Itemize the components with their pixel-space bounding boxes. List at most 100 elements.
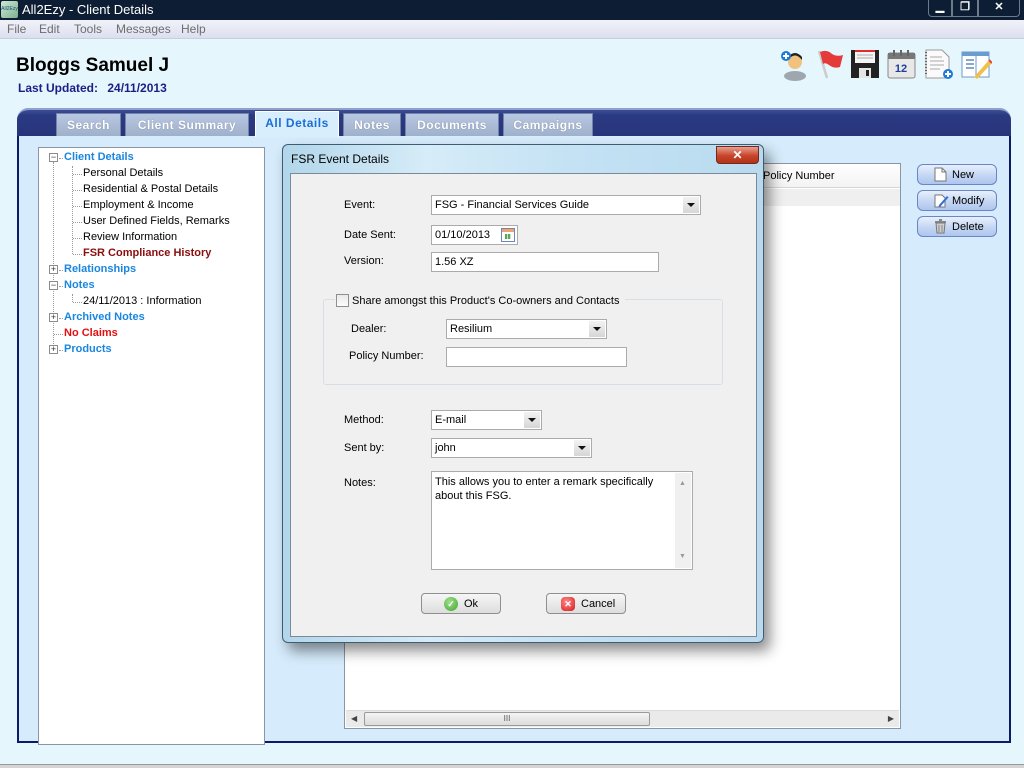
last-updated-label: Last Updated: bbox=[18, 81, 99, 95]
vertical-scrollbar[interactable]: ▲ ▼ bbox=[675, 473, 691, 568]
menu-help[interactable]: Help bbox=[181, 22, 206, 36]
share-groupbox bbox=[323, 299, 723, 385]
tree-item-personal-details[interactable]: Personal Details bbox=[83, 167, 163, 179]
tree-item-no-claims[interactable]: No Claims bbox=[64, 327, 118, 339]
window-title: All2Ezy - Client Details bbox=[22, 2, 154, 17]
chevron-down-icon[interactable] bbox=[683, 197, 699, 213]
client-name: Bloggs Samuel J bbox=[16, 55, 170, 76]
tree-item-products[interactable]: Products bbox=[64, 343, 112, 355]
dealer-value: Resilium bbox=[450, 323, 493, 335]
check-icon: ✓ bbox=[444, 597, 458, 611]
tree-item-relationships[interactable]: Relationships bbox=[64, 263, 136, 275]
trash-icon bbox=[934, 219, 947, 234]
edit-document-icon bbox=[934, 193, 949, 208]
scroll-down-icon[interactable]: ▼ bbox=[679, 550, 686, 564]
calendar-icon[interactable]: 12 bbox=[885, 47, 919, 81]
menu-messages[interactable]: Messages bbox=[116, 22, 171, 36]
details-tree: − Client Details Personal Details Reside… bbox=[38, 147, 265, 745]
tab-documents[interactable]: Documents bbox=[405, 113, 499, 136]
ok-button[interactable]: ✓ Ok bbox=[421, 593, 501, 614]
collapse-icon[interactable]: − bbox=[49, 281, 58, 290]
dealer-dropdown[interactable]: Resilium bbox=[446, 319, 607, 339]
modify-button-label: Modify bbox=[952, 195, 985, 207]
menu-bar: File Edit Tools Messages Help bbox=[0, 20, 1024, 39]
tree-item-archived-notes[interactable]: Archived Notes bbox=[64, 311, 145, 323]
cancel-button-label: Cancel bbox=[581, 598, 616, 610]
tab-campaigns[interactable]: Campaigns bbox=[503, 113, 593, 136]
dealer-label: Dealer: bbox=[351, 323, 387, 335]
collapse-icon[interactable]: − bbox=[49, 153, 58, 162]
close-window-button[interactable]: ✕ bbox=[978, 0, 1020, 17]
modify-button[interactable]: Modify bbox=[917, 190, 997, 211]
tree-item-fsr-compliance-history[interactable]: FSR Compliance History bbox=[83, 247, 211, 259]
chevron-down-icon[interactable] bbox=[589, 321, 605, 337]
fsr-event-details-dialog: FSR Event Details ✕ Event: FSG - Financi… bbox=[282, 144, 764, 643]
tree-item-review-information[interactable]: Review Information bbox=[83, 231, 177, 243]
new-button[interactable]: New bbox=[917, 164, 997, 185]
event-dropdown[interactable]: FSG - Financial Services Guide bbox=[431, 195, 701, 215]
sent-by-label: Sent by: bbox=[344, 442, 385, 454]
chevron-down-icon[interactable] bbox=[574, 440, 590, 456]
method-value: E-mail bbox=[435, 414, 467, 426]
scroll-up-icon[interactable]: ▲ bbox=[679, 477, 686, 491]
cancel-icon: ✕ bbox=[561, 597, 575, 611]
app-logo-icon: All2Ezy bbox=[1, 1, 18, 18]
tab-search[interactable]: Search bbox=[56, 113, 121, 136]
calendar-picker-icon[interactable] bbox=[501, 228, 515, 242]
version-label: Version: bbox=[344, 255, 384, 267]
tab-notes[interactable]: Notes bbox=[343, 113, 401, 136]
tree-item-user-defined-fields[interactable]: User Defined Fields, Remarks bbox=[83, 215, 230, 227]
add-document-icon[interactable] bbox=[921, 47, 955, 81]
delete-button[interactable]: Delete bbox=[917, 216, 997, 237]
event-label: Event: bbox=[344, 199, 376, 211]
dialog-close-button[interactable]: ✕ bbox=[716, 146, 759, 164]
scroll-right-icon[interactable]: ▶ bbox=[888, 714, 894, 723]
delete-button-label: Delete bbox=[952, 221, 984, 233]
horizontal-scrollbar[interactable]: ◀ III ▶ bbox=[346, 710, 899, 727]
sent-by-value: john bbox=[435, 442, 456, 454]
add-contact-icon[interactable] bbox=[777, 47, 811, 81]
date-sent-field[interactable]: 01/10/2013 bbox=[431, 225, 518, 245]
menu-tools[interactable]: Tools bbox=[74, 22, 102, 36]
column-policy-number[interactable]: Policy Number bbox=[763, 170, 835, 182]
tree-item-client-details[interactable]: Client Details bbox=[64, 151, 134, 163]
scroll-left-icon[interactable]: ◀ bbox=[351, 714, 357, 723]
notes-textarea[interactable]: This allows you to enter a remark specif… bbox=[431, 471, 693, 570]
chevron-down-icon[interactable] bbox=[524, 412, 540, 428]
tree-item-note-entry[interactable]: 24/11/2013 : Information bbox=[83, 295, 201, 307]
tab-client-summary[interactable]: Client Summary bbox=[125, 113, 249, 136]
scroll-thumb[interactable]: III bbox=[364, 712, 650, 726]
date-sent-label: Date Sent: bbox=[344, 229, 396, 241]
policy-number-field[interactable] bbox=[446, 347, 627, 367]
cancel-button[interactable]: ✕ Cancel bbox=[546, 593, 626, 614]
ok-button-label: Ok bbox=[464, 598, 479, 610]
expand-icon[interactable]: + bbox=[49, 313, 58, 322]
dialog-body: Event: FSG - Financial Services Guide Da… bbox=[290, 173, 757, 637]
restore-button[interactable]: ❐ bbox=[952, 0, 978, 17]
dialog-title: FSR Event Details bbox=[291, 152, 390, 166]
expand-icon[interactable]: + bbox=[49, 345, 58, 354]
minimize-button[interactable]: ▁ bbox=[928, 0, 952, 17]
tree-item-residential-postal[interactable]: Residential & Postal Details bbox=[83, 183, 218, 195]
version-field[interactable]: 1.56 XZ bbox=[431, 252, 659, 272]
share-checkbox[interactable] bbox=[336, 294, 349, 307]
last-updated-value: 24/11/2013 bbox=[107, 81, 167, 95]
tree-item-notes[interactable]: Notes bbox=[64, 279, 95, 291]
sent-by-dropdown[interactable]: john bbox=[431, 438, 592, 458]
tree-item-employment-income[interactable]: Employment & Income bbox=[83, 199, 194, 211]
expand-icon[interactable]: + bbox=[49, 265, 58, 274]
event-value: FSG - Financial Services Guide bbox=[435, 199, 590, 211]
policy-number-label: Policy Number: bbox=[349, 350, 424, 362]
tab-all-details[interactable]: All Details bbox=[255, 111, 339, 137]
share-label[interactable]: Share amongst this Product's Co-owners a… bbox=[352, 295, 619, 307]
menu-edit[interactable]: Edit bbox=[39, 22, 60, 36]
flag-icon[interactable] bbox=[813, 47, 847, 81]
calendar-day: 12 bbox=[895, 63, 907, 75]
notes-label: Notes: bbox=[344, 477, 376, 489]
menu-file[interactable]: File bbox=[7, 22, 26, 36]
save-icon[interactable] bbox=[849, 47, 883, 81]
method-label: Method: bbox=[344, 414, 384, 426]
date-sent-value: 01/10/2013 bbox=[435, 229, 491, 241]
method-dropdown[interactable]: E-mail bbox=[431, 410, 542, 430]
edit-form-icon[interactable] bbox=[958, 47, 993, 81]
